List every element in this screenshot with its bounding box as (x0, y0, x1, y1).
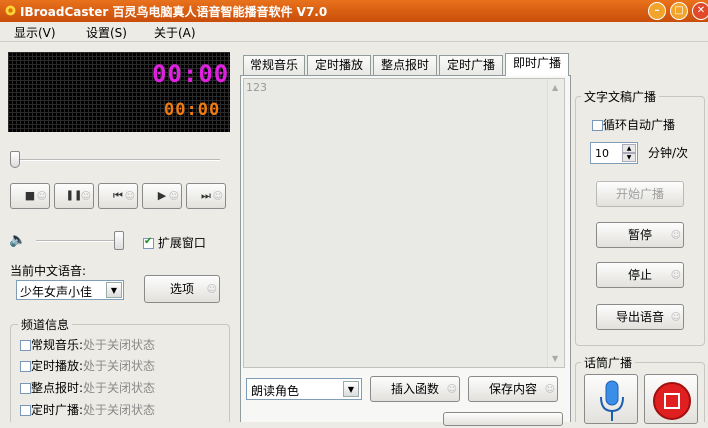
stop-icon: ■ (24, 189, 36, 202)
channel-item-status: 处于关闭状态 (83, 381, 156, 395)
start-broadcast-button[interactable]: 开始广播 (596, 181, 684, 207)
stop-button[interactable]: ■ ☺ (10, 183, 50, 209)
voice-options-button[interactable]: 选项 ☺ (144, 275, 220, 303)
voice-select-value: 少年女声小佳 (20, 285, 93, 299)
checkmark-icon: ✔ (144, 236, 153, 247)
channel-item-name: 整点报时: (31, 381, 84, 395)
channel-item-name: 定时广播: (31, 403, 84, 417)
next-icon: ⏭ (201, 189, 211, 202)
app-bird-icon (4, 4, 17, 17)
menu-about[interactable]: 关于(A) (154, 24, 196, 41)
channel-item-name: 定时播放: (31, 359, 84, 373)
microphone-icon (600, 380, 624, 421)
insert-function-button[interactable]: 插入函数 ☺ (370, 376, 460, 402)
channel-item-name: 常规音乐: (31, 338, 84, 352)
play-icon: ▶ (157, 189, 167, 202)
mic-stop-button[interactable] (644, 374, 698, 424)
menu-bar: 显示(V) 设置(S) 关于(A) (0, 22, 708, 42)
editor-scrollbar[interactable]: ▲ ▼ (547, 79, 564, 367)
channel-hourly-checkbox[interactable] (20, 383, 31, 394)
reading-role-select[interactable]: 朗读角色 ▼ (246, 378, 362, 400)
maximize-button[interactable]: □ (670, 2, 688, 20)
dropdown-arrow-icon[interactable]: ▼ (343, 381, 359, 397)
speaker-icon: 🔈 (9, 232, 27, 248)
scroll-up-icon[interactable]: ▲ (552, 83, 558, 92)
dropdown-arrow-icon[interactable]: ▼ (106, 282, 122, 298)
channel-item: 整点报时:处于关闭状态 (20, 379, 155, 396)
loop-broadcast-checkbox[interactable]: 循环自动广播 (592, 116, 675, 133)
start-broadcast-label: 开始广播 (615, 187, 664, 201)
channel-timed-play-checkbox[interactable] (20, 361, 31, 372)
previous-button[interactable]: ⏮ ☺ (98, 183, 138, 209)
voice-options-label: 选项 (169, 282, 194, 296)
channel-item: 常规音乐:处于关闭状态 (20, 336, 155, 353)
led-clock-display: 00:00 00:00 (8, 52, 230, 132)
progress-track[interactable] (14, 159, 220, 161)
menu-view[interactable]: 显示(V) (14, 24, 56, 41)
insert-function-label: 插入函数 (390, 382, 439, 396)
play-button[interactable]: ▶ ☺ (142, 183, 182, 209)
export-voice-label: 导出语音 (615, 310, 664, 324)
tab-timed-broadcast[interactable]: 定时广播 (439, 55, 503, 75)
voice-label: 当前中文语音: (10, 264, 87, 278)
window-title: IBroadCaster 百灵鸟电脑真人语音智能播音软件 V7.0 (20, 5, 328, 19)
partial-button[interactable] (443, 412, 563, 426)
loop-broadcast-label: 循环自动广播 (603, 118, 676, 132)
close-button[interactable]: ✕ (692, 2, 708, 20)
scroll-down-icon[interactable]: ▼ (552, 354, 558, 363)
stepper-down-icon[interactable]: ▼ (622, 153, 636, 162)
stop-broadcast-label: 停止 (627, 268, 652, 282)
broadcast-text-editor[interactable]: 123 ▲ ▼ (243, 78, 565, 368)
channel-item: 定时广播:处于关闭状态 (20, 401, 155, 418)
led-main-time: 00:00 (152, 60, 230, 88)
pause-broadcast-label: 暂停 (627, 228, 652, 242)
channel-item-status: 处于关闭状态 (83, 403, 156, 417)
channel-item-status: 处于关闭状态 (83, 338, 156, 352)
tab-instant-broadcast[interactable]: 即时广播 (505, 53, 569, 76)
channel-info-title: 频道信息 (18, 316, 73, 333)
channel-item: 定时播放:处于关闭状态 (20, 357, 155, 374)
stepper-up-icon[interactable]: ▲ (622, 144, 636, 153)
microphone-button[interactable] (584, 374, 638, 424)
next-button[interactable]: ⏭ ☺ (186, 183, 226, 209)
text-broadcast-title: 文字文稿广播 (581, 88, 660, 105)
title-bar: IBroadCaster 百灵鸟电脑真人语音智能播音软件 V7.0 – □ ✕ (0, 0, 708, 22)
mic-broadcast-title: 话筒广播 (581, 354, 636, 371)
menu-settings[interactable]: 设置(S) (86, 24, 127, 41)
voice-select[interactable]: 少年女声小佳 ▼ (16, 280, 124, 300)
pause-button[interactable]: ❚❚ ☺ (54, 183, 94, 209)
interval-value: 10 (595, 147, 609, 160)
reading-role-value: 朗读角色 (251, 384, 300, 398)
save-content-button[interactable]: 保存内容 ☺ (468, 376, 558, 402)
loop-broadcast-check[interactable] (592, 120, 603, 131)
stop-broadcast-button[interactable]: 停止 ☺ (596, 262, 684, 288)
previous-icon: ⏮ (113, 189, 123, 202)
expand-window-check[interactable]: ✔ (143, 236, 154, 249)
pause-broadcast-button[interactable]: 暂停 ☺ (596, 222, 684, 248)
channel-timed-broadcast-checkbox[interactable] (20, 405, 31, 416)
tab-regular-music[interactable]: 常规音乐 (243, 55, 305, 75)
channel-music-checkbox[interactable] (20, 340, 31, 351)
save-content-label: 保存内容 (488, 382, 537, 396)
volume-track[interactable] (36, 240, 120, 242)
tab-hourly-chime[interactable]: 整点报时 (373, 55, 437, 75)
expand-window-checkbox[interactable]: ✔ 扩展窗口 (143, 234, 206, 251)
progress-slider-thumb[interactable] (10, 151, 20, 168)
interval-stepper[interactable]: 10 ▲ ▼ (590, 142, 638, 164)
led-sub-time: 00:00 (164, 100, 221, 120)
expand-window-label: 扩展窗口 (157, 236, 206, 250)
tab-timed-play[interactable]: 定时播放 (307, 55, 371, 75)
stop-record-icon (653, 382, 691, 420)
channel-item-status: 处于关闭状态 (83, 359, 156, 373)
minimize-button[interactable]: – (648, 2, 666, 20)
interval-unit: 分钟/次 (648, 146, 689, 160)
editor-text: 123 (246, 81, 267, 94)
export-voice-button[interactable]: 导出语音 ☺ (596, 304, 684, 330)
volume-slider-thumb[interactable] (114, 231, 124, 250)
